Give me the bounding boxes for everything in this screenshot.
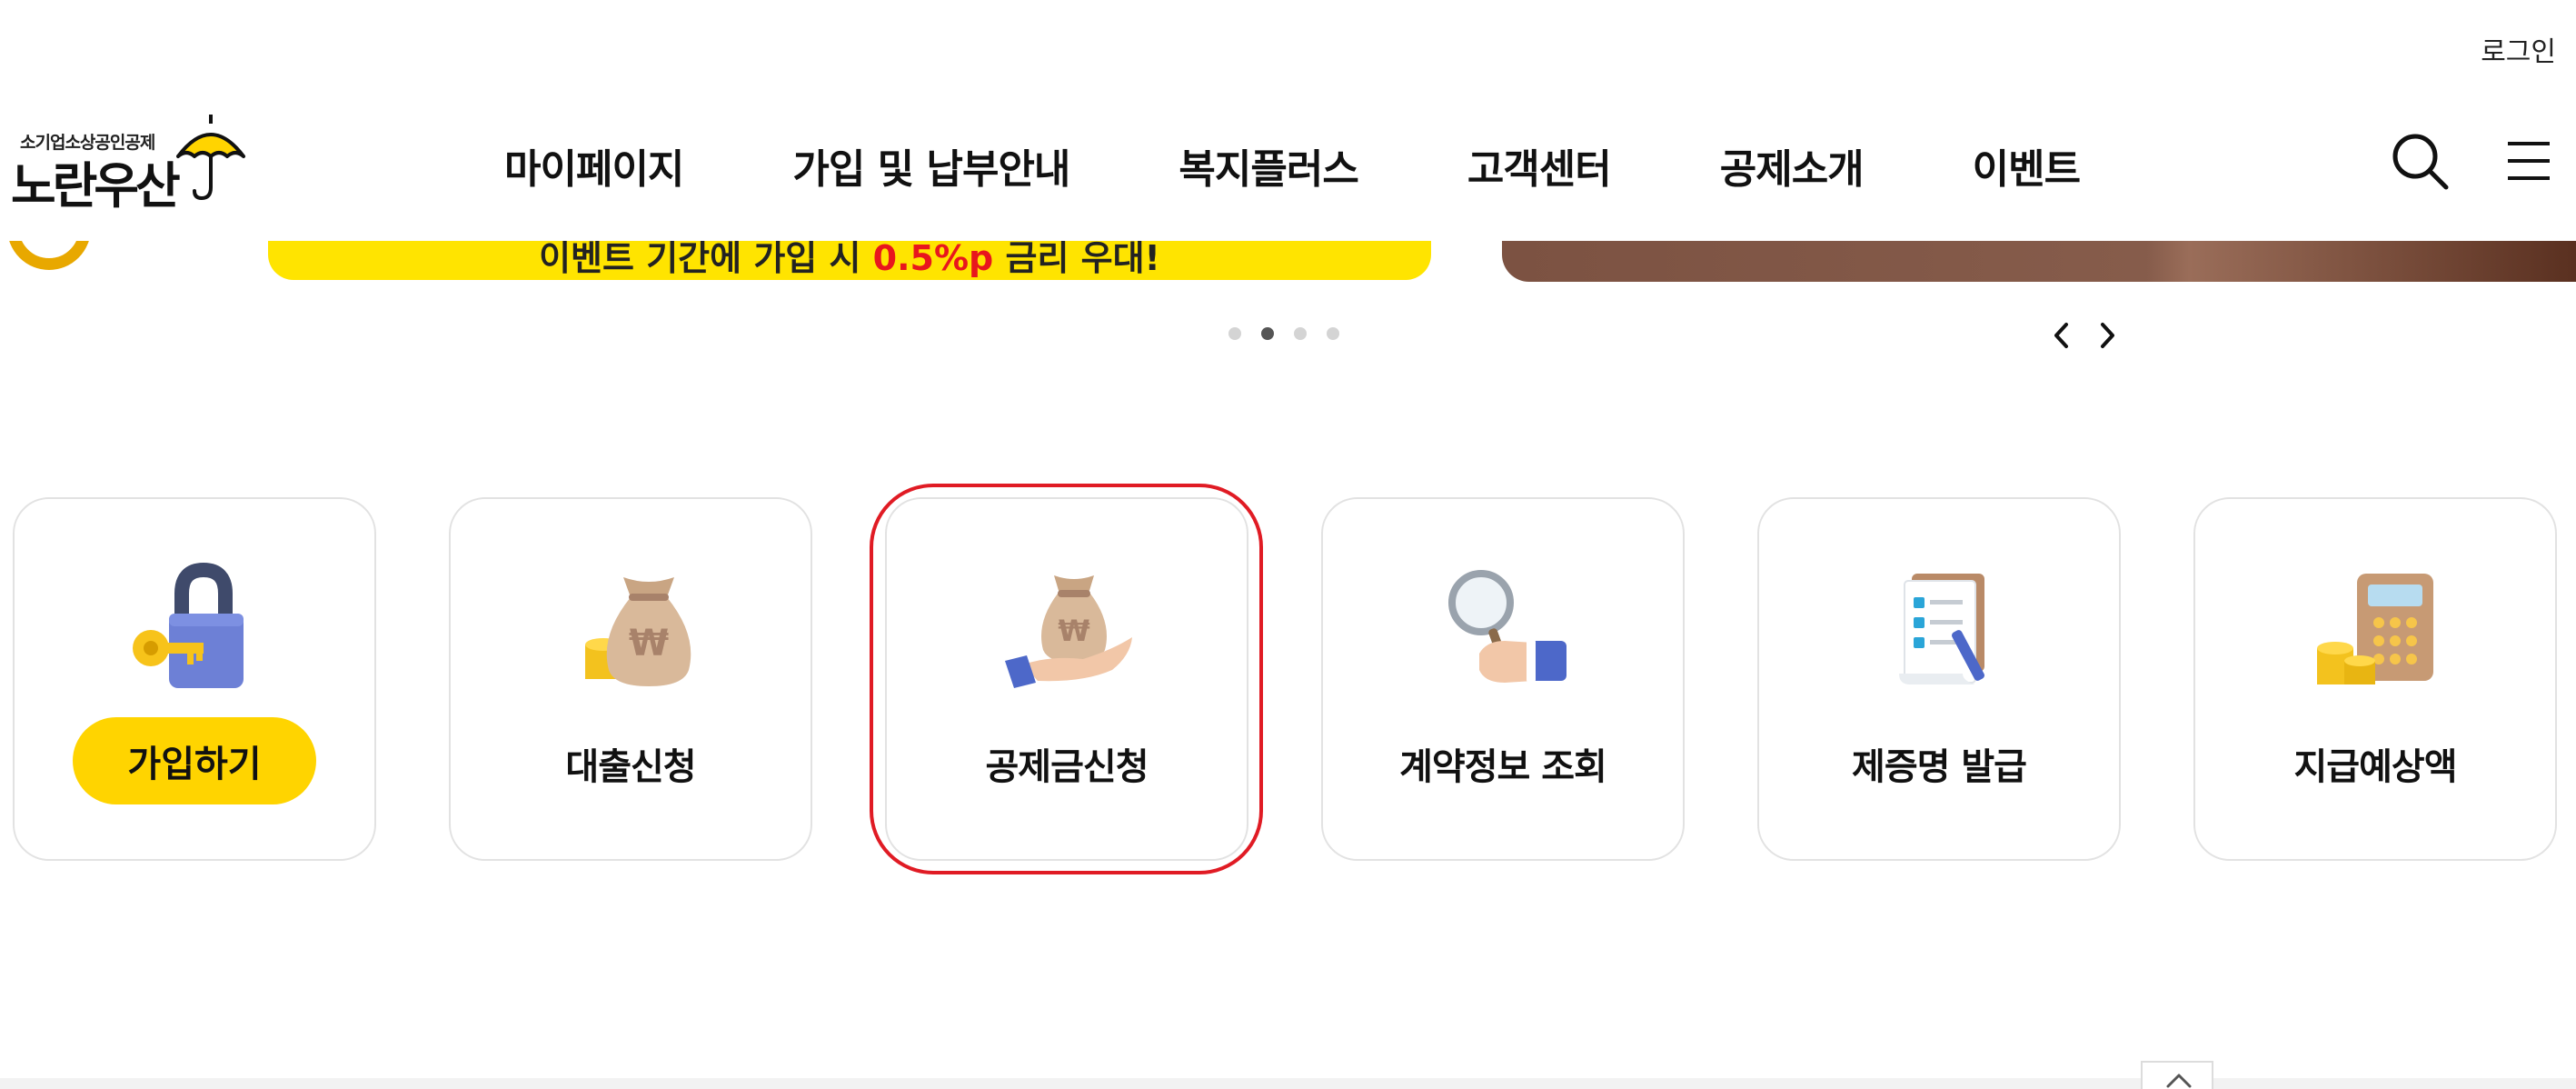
svg-text:₩: ₩ — [1058, 614, 1089, 648]
quick-menu-contract-inquiry[interactable]: 계약정보 조회 — [1321, 497, 1685, 861]
card-label: 공제금신청 — [985, 746, 1149, 788]
scroll-top-button[interactable] — [2141, 1061, 2213, 1089]
join-button[interactable]: 가입하기 — [73, 717, 316, 804]
card-label: 제증명 발급 — [1852, 746, 2027, 788]
logo-title: 노란우산 — [11, 157, 181, 215]
slide-indicators — [1228, 327, 1359, 340]
quick-menu-claim[interactable]: ₩ 공제금신청 — [885, 497, 1248, 861]
quick-menu-certificate[interactable]: 제증명 발급 — [1757, 497, 2121, 861]
banner-slide-image[interactable] — [1502, 241, 2576, 282]
magnifier-hand-icon — [1448, 570, 1566, 683]
umbrella-icon — [176, 115, 245, 201]
login-link[interactable]: 로그인 — [2481, 29, 2556, 69]
card-label: 대출신청 — [565, 746, 696, 788]
slide-dot[interactable] — [1327, 327, 1339, 340]
nav-item-welfare-plus[interactable]: 복지플러스 — [1179, 136, 1358, 193]
card-label: 지급예상액 — [2293, 746, 2458, 788]
chevron-up-icon — [2166, 1074, 2192, 1088]
main-nav: 마이페이지 가입 및 납부안내 복지플러스 고객센터 공제소개 이벤트 — [504, 136, 2081, 193]
calculator-icon — [2317, 574, 2433, 684]
slide-dot[interactable] — [1228, 327, 1241, 340]
logo[interactable]: 소기업소상공인공제 노란우산 — [11, 113, 247, 215]
banner-text: 이벤트 기간에 가입 시 0.5%p 금리 우대! — [268, 241, 1431, 280]
nav-item-event[interactable]: 이벤트 — [1973, 136, 2081, 193]
slide-dot-active[interactable] — [1261, 327, 1274, 340]
event-banner[interactable]: 이벤트 기간에 가입 시 0.5%p 금리 우대! — [268, 241, 1431, 280]
quick-menu-loan[interactable]: ₩ 대출신청 — [449, 497, 812, 861]
card-label: 계약정보 조회 — [1399, 746, 1607, 788]
slide-dot[interactable] — [1294, 327, 1307, 340]
search-icon[interactable] — [2392, 133, 2450, 191]
nav-item-mypage[interactable]: 마이페이지 — [504, 136, 684, 193]
money-bag-icon: ₩ — [585, 577, 691, 686]
nav-item-join-payment[interactable]: 가입 및 납부안내 — [792, 136, 1070, 193]
svg-text:₩: ₩ — [629, 623, 669, 664]
nav-item-about[interactable]: 공제소개 — [1720, 136, 1865, 193]
chevron-left-icon[interactable] — [2048, 320, 2075, 351]
chevron-right-icon[interactable] — [2094, 320, 2121, 351]
banner-rate-highlight: 0.5%p — [872, 241, 994, 278]
quick-menu-estimated-payment[interactable]: 지급예상액 — [2193, 497, 2557, 861]
banner-decoration — [0, 241, 100, 277]
hand-money-bag-icon: ₩ — [1005, 575, 1132, 688]
nav-item-customer-center[interactable]: 고객센터 — [1467, 136, 1612, 193]
quick-menu-join[interactable]: 가입하기 — [13, 497, 376, 861]
checklist-icon — [1899, 574, 1984, 684]
lock-key-icon — [133, 562, 244, 688]
hamburger-menu-icon[interactable] — [2506, 138, 2551, 184]
